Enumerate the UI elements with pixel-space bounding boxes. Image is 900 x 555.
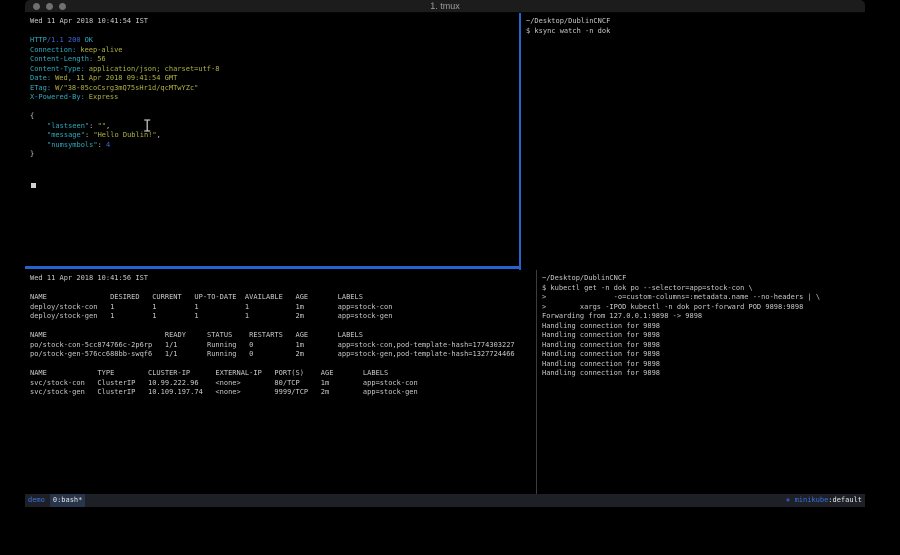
kube-context-status: ⎈ minikube:default bbox=[786, 494, 865, 507]
pane-http-response[interactable]: Wed 11 Apr 2018 10:41:54 IST HTTP/1.1 20… bbox=[25, 13, 519, 265]
terminal-cursor bbox=[31, 183, 36, 188]
window-title: 1. tmux bbox=[25, 0, 865, 13]
timestamp: Wed 11 Apr 2018 10:41:56 IST bbox=[30, 274, 536, 284]
zoom-button-icon[interactable] bbox=[59, 3, 66, 10]
pane-port-forward[interactable]: ~/Desktop/DublinCNCF $ kubectl get -n do… bbox=[538, 270, 865, 494]
minimize-button-icon[interactable] bbox=[46, 3, 53, 10]
close-button-icon[interactable] bbox=[33, 3, 40, 10]
pane-divider-vertical-bottom[interactable] bbox=[536, 270, 537, 494]
pane-kubectl-get[interactable]: Wed 11 Apr 2018 10:41:56 IST NAME DESIRE… bbox=[25, 270, 536, 494]
http-header: Connection:keep-alive bbox=[30, 46, 519, 56]
http-header: X-Powered-By:Express bbox=[30, 93, 519, 103]
command-line: $ ksync watch -n dok bbox=[526, 27, 865, 37]
port-forward-output: $ kubectl get -n dok po --selector=app=s… bbox=[542, 284, 865, 379]
tmux-session: Wed 11 Apr 2018 10:41:54 IST HTTP/1.1 20… bbox=[25, 13, 865, 494]
cwd: ~/Desktop/DublinCNCF bbox=[526, 17, 865, 27]
mouse-ibeam-cursor bbox=[143, 119, 152, 136]
json-entry: "lastseen": "", bbox=[30, 122, 519, 132]
timestamp: Wed 11 Apr 2018 10:41:54 IST bbox=[30, 17, 519, 27]
http-header: Date:Wed, 11 Apr 2018 09:41:54 GMT bbox=[30, 74, 519, 84]
kube-namespace: :default bbox=[828, 496, 862, 504]
titlebar[interactable]: 1. tmux bbox=[25, 0, 865, 13]
terminal-window: 1. tmux Wed 11 Apr 2018 10:41:54 IST HTT… bbox=[25, 0, 865, 510]
pane-divider-vertical-top[interactable] bbox=[519, 13, 521, 270]
json-entry: "message": "Hello Dublin!", bbox=[30, 131, 519, 141]
traffic-lights bbox=[33, 3, 66, 10]
pane-divider-horizontal[interactable] bbox=[25, 266, 521, 269]
json-close-brace: } bbox=[30, 150, 519, 160]
session-name: demo bbox=[25, 494, 45, 507]
tmux-status-bar: demo 0:bash* ⎈ minikube:default bbox=[25, 494, 865, 507]
cwd: ~/Desktop/DublinCNCF bbox=[542, 274, 865, 284]
json-entry: "numsymbols": 4 bbox=[30, 141, 519, 151]
json-open-brace: { bbox=[30, 112, 519, 122]
http-status-line: HTTP/1.1 200OK bbox=[30, 36, 519, 46]
pods-table: NAME READY STATUS RESTARTS AGE LABELS po… bbox=[30, 331, 536, 360]
deployments-table: NAME DESIRED CURRENT UP-TO-DATE AVAILABL… bbox=[30, 293, 536, 322]
http-header: ETag:W/"38-05coCsrg3mQ75sHr1d/qcMTwYZc" bbox=[30, 84, 519, 94]
http-header: Content-Type:application/json; charset=u… bbox=[30, 65, 519, 75]
http-header: Content-Length:56 bbox=[30, 55, 519, 65]
services-table: NAME TYPE CLUSTER-IP EXTERNAL-IP PORT(S)… bbox=[30, 369, 536, 398]
kube-context: minikube bbox=[795, 496, 829, 504]
pane-ksync[interactable]: ~/Desktop/DublinCNCF $ ksync watch -n do… bbox=[522, 13, 865, 265]
active-window-tab[interactable]: 0:bash* bbox=[50, 494, 86, 507]
